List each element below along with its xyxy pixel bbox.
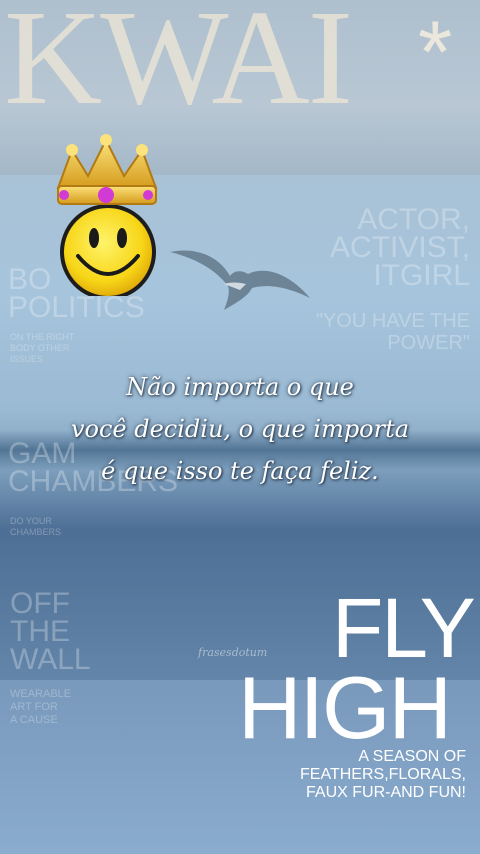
- quote-text: Não importa o que você decidiu, o que im…: [30, 366, 450, 492]
- ghost-line: ON THE RIGHT: [10, 332, 75, 342]
- seagull-icon: [170, 250, 310, 310]
- ghost-line: ART FOR: [10, 701, 58, 713]
- ghost-line: ACTOR,: [357, 203, 470, 236]
- kwai-star-icon: *: [418, 2, 453, 101]
- ghost-line: ITGIRL: [373, 259, 470, 292]
- subtitle-line-2: FEATHERS,FLORALS,: [300, 766, 466, 783]
- subtitle-line-3: FAUX FUR-AND FUN!: [306, 784, 466, 801]
- quote-line-3: é que isso te faça feliz.: [101, 457, 379, 485]
- ghost-headline-right: ACTOR, ACTIVIST, ITGIRL: [329, 203, 470, 292]
- cover-title-high: HIGH: [238, 658, 452, 757]
- subtitle-line-1: A SEASON OF: [358, 748, 466, 765]
- ghost-line: WALL: [10, 643, 91, 676]
- ghost-sub-3: WEARABLE ART FOR A CAUSE: [10, 688, 71, 727]
- kwai-logo: KWAI: [4, 0, 353, 133]
- ghost-line: POLITICS: [8, 291, 145, 324]
- ghost-sub-2: DO YOUR CHAMBERS: [10, 516, 61, 538]
- ghost-line: POWER": [387, 332, 470, 354]
- quote-line-1: Não importa o que: [126, 373, 354, 401]
- ghost-headline-3: OFF THE WALL: [10, 587, 91, 676]
- ghost-line: WEARABLE: [10, 688, 72, 700]
- cover-subtitle: A SEASON OF FEATHERS,FLORALS, FAUX FUR-A…: [300, 748, 466, 802]
- ghost-line: ISSUES: [10, 354, 44, 364]
- ghost-line: OFF: [10, 587, 70, 620]
- quote-line-2: você decidiu, o que importa: [70, 415, 410, 443]
- ghost-line: ACTIVIST,: [329, 231, 470, 264]
- ghost-line: CHAMBERS: [10, 527, 62, 537]
- ghost-sub-1: ON THE RIGHT BODY OTHER ISSUES: [10, 332, 74, 365]
- ghost-line: BODY OTHER: [10, 343, 70, 353]
- ghost-line: DO YOUR: [10, 516, 52, 526]
- ghost-line: THE: [10, 615, 70, 648]
- ghost-line: A CAUSE: [10, 714, 58, 726]
- ghost-line: "YOU HAVE THE: [315, 310, 470, 332]
- crown-smiley-icon: [56, 134, 158, 296]
- ghost-quote-right: "YOU HAVE THE POWER": [316, 310, 470, 354]
